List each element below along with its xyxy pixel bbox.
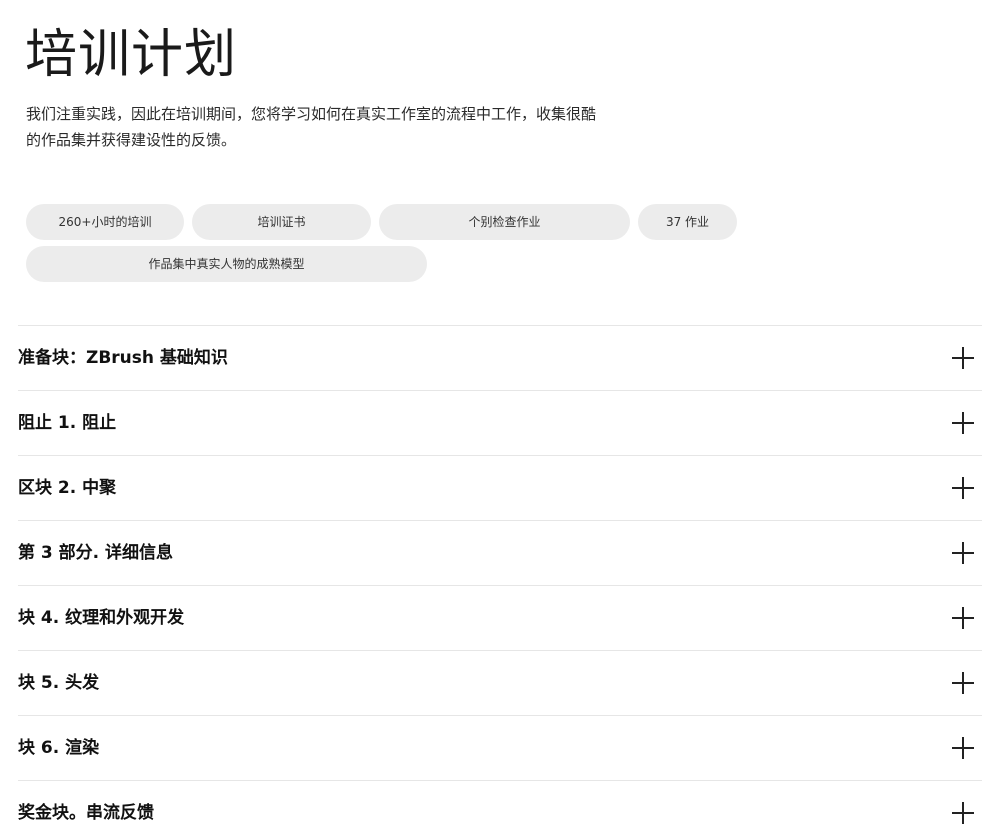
tag-portfolio-model: 作品集中真实人物的成熟模型 xyxy=(26,246,427,282)
accordion-item-bonus-block[interactable]: 奖金块。串流反馈 xyxy=(18,781,982,840)
accordion-item-block-1[interactable]: 阻止 1. 阻止 xyxy=(18,391,982,456)
tag-individual-review: 个别检查作业 xyxy=(379,204,630,240)
accordion-item-title: 准备块：ZBrush 基础知识 xyxy=(18,348,228,368)
accordion-item-title: 奖金块。串流反馈 xyxy=(18,803,154,823)
accordion-item-block-6[interactable]: 块 6. 渲染 xyxy=(18,716,982,781)
plus-icon[interactable] xyxy=(952,477,974,499)
accordion-item-title: 区块 2. 中聚 xyxy=(18,478,117,498)
plus-icon[interactable] xyxy=(952,672,974,694)
plus-icon[interactable] xyxy=(952,542,974,564)
intro-text: 我们注重实践，因此在培训期间，您将学习如何在真实工作室的流程中工作，收集很酷的作… xyxy=(26,105,597,149)
tag-training-hours: 260+小时的培训 xyxy=(26,204,184,240)
program-accordion: 准备块：ZBrush 基础知识 阻止 1. 阻止 区块 2. 中聚 第 3 部分… xyxy=(18,325,982,840)
tag-certificate: 培训证书 xyxy=(192,204,371,240)
accordion-item-block-4[interactable]: 块 4. 纹理和外观开发 xyxy=(18,586,982,651)
accordion-item-block-3[interactable]: 第 3 部分. 详细信息 xyxy=(18,521,982,586)
accordion-item-title: 阻止 1. 阻止 xyxy=(18,413,117,433)
accordion-item-block-2[interactable]: 区块 2. 中聚 xyxy=(18,456,982,521)
accordion-item-prep-block[interactable]: 准备块：ZBrush 基础知识 xyxy=(18,326,982,391)
plus-icon[interactable] xyxy=(952,802,974,824)
accordion-item-title: 第 3 部分. 详细信息 xyxy=(18,543,174,563)
page-title: 培训计划 xyxy=(25,25,238,85)
plus-icon[interactable] xyxy=(952,607,974,629)
accordion-item-title: 块 5. 头发 xyxy=(18,673,100,693)
plus-icon[interactable] xyxy=(952,347,974,369)
accordion-item-block-5[interactable]: 块 5. 头发 xyxy=(18,651,982,716)
accordion-item-title: 块 4. 纹理和外观开发 xyxy=(18,608,185,628)
plus-icon[interactable] xyxy=(952,737,974,759)
tag-assignments: 37 作业 xyxy=(638,204,737,240)
plus-icon[interactable] xyxy=(952,412,974,434)
accordion-item-title: 块 6. 渲染 xyxy=(18,738,100,758)
